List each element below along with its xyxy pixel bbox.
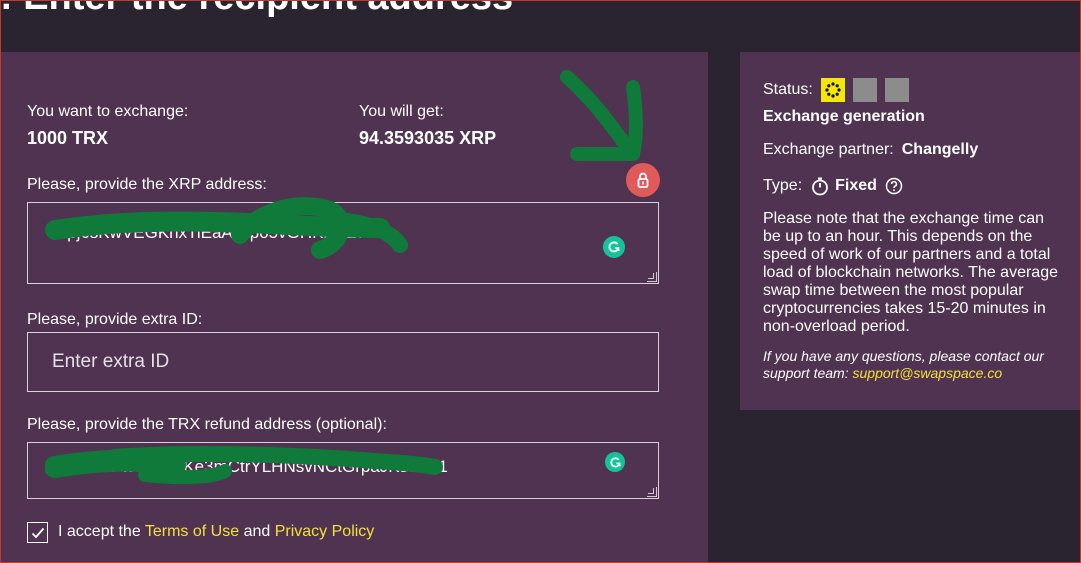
type-label: Type: [763,177,803,194]
status-text: Exchange generation [763,108,925,125]
terms-mid: and [239,523,275,540]
grammarly-icon [608,241,620,253]
exchange-time-note: Please note that the exchange time can b… [763,210,1058,335]
partner-label: Exchange partner: [763,141,894,158]
extra-id-label: Please, provide extra ID: [27,311,203,328]
extra-id-input[interactable] [27,332,659,392]
type-value: Fixed [835,177,877,194]
terms-text: I accept the Terms of Use and Privacy Po… [58,523,374,541]
will-get-label: You will get: [359,103,444,120]
status-step-pending [852,78,877,102]
refund-resize-handle[interactable] [647,487,657,497]
grammarly-button-refund[interactable] [605,452,625,472]
terms-prefix: I accept the [58,523,145,540]
status-label: Status: [763,81,813,98]
partner-row: Exchange partner: Changelly [763,141,1061,159]
grammarly-button-xrp[interactable] [603,236,625,258]
terms-checkbox[interactable] [27,522,48,543]
want-exchange-label: You want to exchange: [27,103,189,120]
help-circle-icon[interactable] [885,177,903,195]
refund-address-label: Please, provide the TRX refund address (… [27,416,387,433]
xrp-address-textarea[interactable]: r9pj6sKwVEGKnxTiEaAHtpo5vGHKhfsZ7 [27,202,659,284]
partner-value: Changelly [901,141,979,158]
stopwatch-icon [812,177,829,196]
page-title: : Enter the recipient address [0,0,513,19]
grammarly-icon [609,456,621,467]
type-row: Type: Fixed [763,176,1061,196]
support-email-link[interactable]: support@swapspace.co [853,365,1003,381]
status-row: Status: [763,78,1061,102]
status-step-pending [884,78,909,102]
will-get-value: 94.3593035 XRP [359,128,497,148]
refund-address-textarea[interactable]: TXr8DnPwQsvgqKe3mCtrYLHNsvNCtGrpaJKs3TZ1 [27,442,659,499]
want-exchange-value: 1000 TRX [27,128,109,148]
check-icon [31,527,44,538]
xrp-address-label: Please, provide the XRP address: [27,176,267,193]
spinner-icon [825,82,841,98]
privacy-policy-link[interactable]: Privacy Policy [275,523,375,540]
status-step-active [820,78,845,102]
terms-of-use-link[interactable]: Terms of Use [145,523,239,540]
lock-icon [637,172,649,188]
xrp-resize-handle[interactable] [647,272,657,282]
support-contact: If you have any questions, please contac… [763,348,1061,382]
exchange-status-panel: Status: Exchange generation Exchange par… [740,52,1081,410]
lock-button[interactable] [626,163,660,197]
